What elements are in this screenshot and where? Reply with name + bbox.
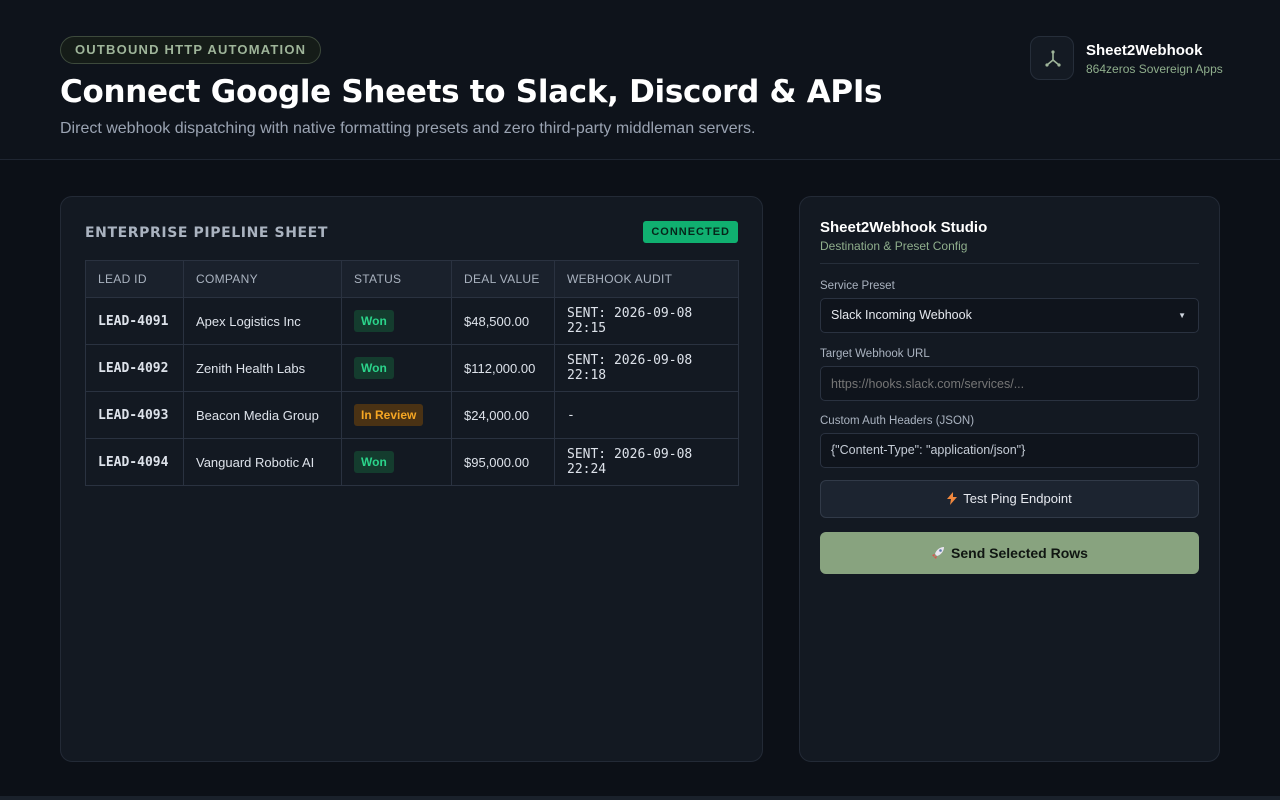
status-cell: Won [341, 438, 452, 486]
sheet-title: ENTERPRISE PIPELINE SHEET [85, 225, 328, 241]
table-row[interactable]: LEAD-4092 Zenith Health Labs Won $112,00… [85, 344, 739, 392]
column-header-webhook-audit[interactable]: WEBHOOK AUDIT [554, 260, 739, 298]
audit-cell: - [554, 391, 739, 439]
lead-id-cell: LEAD-4091 [85, 297, 184, 345]
pipeline-table: LEAD ID COMPANY STATUS DEAL VALUE WEBHOO… [85, 260, 739, 486]
audit-cell: SENT: 2026-09-08 22:18 [554, 344, 739, 392]
company-cell: Apex Logistics Inc [183, 297, 342, 345]
test-ping-label: Test Ping Endpoint [963, 491, 1072, 506]
auth-headers-input[interactable]: {"Content-Type": "application/json"} [820, 433, 1199, 468]
webhook-url-label: Target Webhook URL [820, 348, 930, 360]
eyebrow-badge: OUTBOUND HTTP AUTOMATION [60, 36, 322, 64]
page-title: Connect Google Sheets to Slack, Discord … [60, 74, 883, 110]
connected-badge: CONNECTED [643, 221, 738, 243]
status-badge: Won [354, 451, 394, 473]
rocket-icon [931, 532, 945, 574]
column-header-deal-value[interactable]: DEAL VALUE [451, 260, 555, 298]
deal-value-cell: $112,000.00 [451, 344, 555, 392]
status-badge: Won [354, 357, 394, 379]
company-cell: Vanguard Robotic AI [183, 438, 342, 486]
column-header-lead-id[interactable]: LEAD ID [85, 260, 184, 298]
status-cell: Won [341, 297, 452, 345]
webhook-url-input[interactable] [820, 366, 1199, 401]
brand-block: Sheet2Webhook 864zeros Sovereign Apps [1030, 36, 1230, 82]
audit-cell: SENT: 2026-09-08 22:15 [554, 297, 739, 345]
page-header: OUTBOUND HTTP AUTOMATION Connect Google … [0, 0, 1280, 160]
table-row[interactable]: LEAD-4091 Apex Logistics Inc Won $48,500… [85, 297, 739, 345]
page-subtitle: Direct webhook dispatching with native f… [60, 120, 756, 137]
lead-id-cell: LEAD-4093 [85, 391, 184, 439]
table-row[interactable]: LEAD-4093 Beacon Media Group In Review $… [85, 391, 739, 439]
caret-down-icon: ▼ [1178, 311, 1186, 320]
table-header-row: LEAD ID COMPANY STATUS DEAL VALUE WEBHOO… [85, 260, 739, 298]
audit-cell: SENT: 2026-09-08 22:24 [554, 438, 739, 486]
studio-panel: Sheet2Webhook Studio Destination & Prese… [799, 196, 1220, 762]
test-ping-button[interactable]: Test Ping Endpoint [820, 480, 1199, 518]
studio-title: Sheet2Webhook Studio [820, 219, 988, 236]
studio-divider [820, 263, 1199, 264]
company-cell: Zenith Health Labs [183, 344, 342, 392]
company-cell: Beacon Media Group [183, 391, 342, 439]
studio-subtitle: Destination & Preset Config [820, 239, 968, 253]
bottom-strip [0, 796, 1280, 800]
brand-subtitle: 864zeros Sovereign Apps [1086, 62, 1223, 76]
column-header-status[interactable]: STATUS [341, 260, 452, 298]
deal-value-cell: $48,500.00 [451, 297, 555, 345]
lightning-icon [947, 481, 958, 517]
lead-id-cell: LEAD-4092 [85, 344, 184, 392]
status-cell: In Review [341, 391, 452, 439]
service-preset-select[interactable]: Slack Incoming Webhook ▼ [820, 298, 1199, 333]
status-badge: In Review [354, 404, 424, 426]
deal-value-cell: $24,000.00 [451, 391, 555, 439]
deal-value-cell: $95,000.00 [451, 438, 555, 486]
service-preset-label: Service Preset [820, 280, 895, 292]
service-preset-value: Slack Incoming Webhook [831, 308, 972, 322]
send-selected-rows-label: Send Selected Rows [951, 545, 1088, 561]
status-cell: Won [341, 344, 452, 392]
table-row[interactable]: LEAD-4094 Vanguard Robotic AI Won $95,00… [85, 438, 739, 486]
lead-id-cell: LEAD-4094 [85, 438, 184, 486]
status-badge: Won [354, 310, 394, 332]
brand-name: Sheet2Webhook [1086, 42, 1203, 59]
webhook-icon [1030, 36, 1074, 80]
column-header-company[interactable]: COMPANY [183, 260, 342, 298]
send-selected-rows-button[interactable]: Send Selected Rows [820, 532, 1199, 574]
auth-headers-label: Custom Auth Headers (JSON) [820, 415, 975, 427]
sheet-panel: ENTERPRISE PIPELINE SHEET CONNECTED LEAD… [60, 196, 763, 762]
